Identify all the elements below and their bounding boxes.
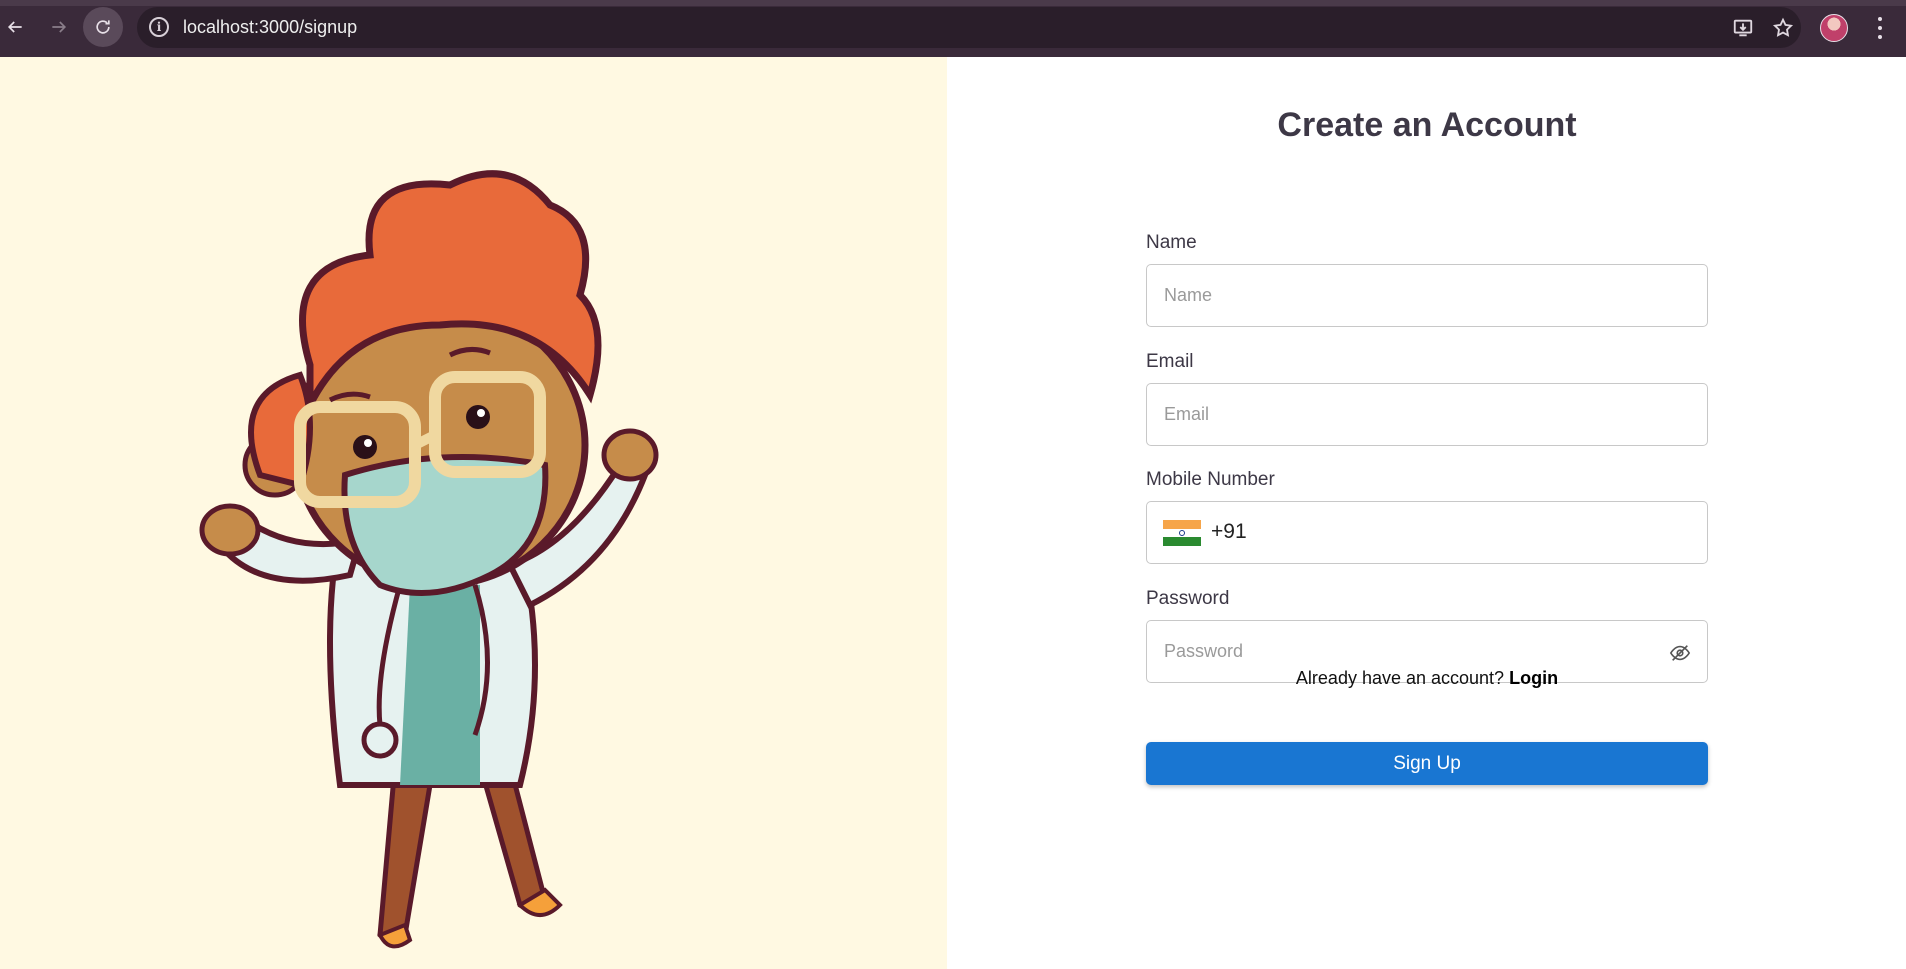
email-label: Email (1146, 351, 1194, 372)
email-input[interactable] (1147, 384, 1707, 445)
email-field[interactable] (1146, 383, 1708, 446)
address-bar[interactable]: i localhost:3000/signup (137, 7, 1801, 48)
back-arrow-icon[interactable] (0, 7, 35, 47)
forward-arrow-icon[interactable] (39, 7, 79, 47)
login-link[interactable]: Login (1509, 668, 1558, 688)
mobile-number-field[interactable]: +91 (1146, 501, 1708, 564)
name-label: Name (1146, 232, 1197, 253)
reload-icon[interactable] (83, 7, 123, 47)
bookmark-star-icon[interactable] (1771, 16, 1795, 40)
illustration-pane (0, 57, 947, 969)
mobile-number-label: Mobile Number (1146, 469, 1275, 490)
dial-code: +91 (1211, 520, 1247, 543)
address-bar-url[interactable]: localhost:3000/signup (183, 17, 357, 38)
name-input[interactable] (1147, 265, 1707, 326)
doctor-mascot-illustration (199, 170, 659, 949)
name-field[interactable] (1146, 264, 1708, 327)
site-info-icon[interactable]: i (149, 17, 169, 37)
sign-up-button[interactable]: Sign Up (1146, 742, 1708, 785)
login-prompt-text: Already have an account? (1295, 668, 1505, 688)
password-label: Password (1146, 588, 1230, 609)
profile-avatar[interactable] (1820, 14, 1848, 42)
browser-toolbar: i localhost:3000/signup (0, 0, 1906, 57)
menu-kebab-icon[interactable] (1870, 14, 1890, 42)
login-prompt: Already have an account? Login (1146, 668, 1708, 689)
page-title: Create an Account (1277, 106, 1577, 144)
tab-strip (0, 0, 1906, 6)
eye-off-icon[interactable] (1669, 642, 1691, 664)
india-flag-icon[interactable] (1163, 520, 1201, 547)
install-app-icon[interactable] (1731, 16, 1755, 40)
